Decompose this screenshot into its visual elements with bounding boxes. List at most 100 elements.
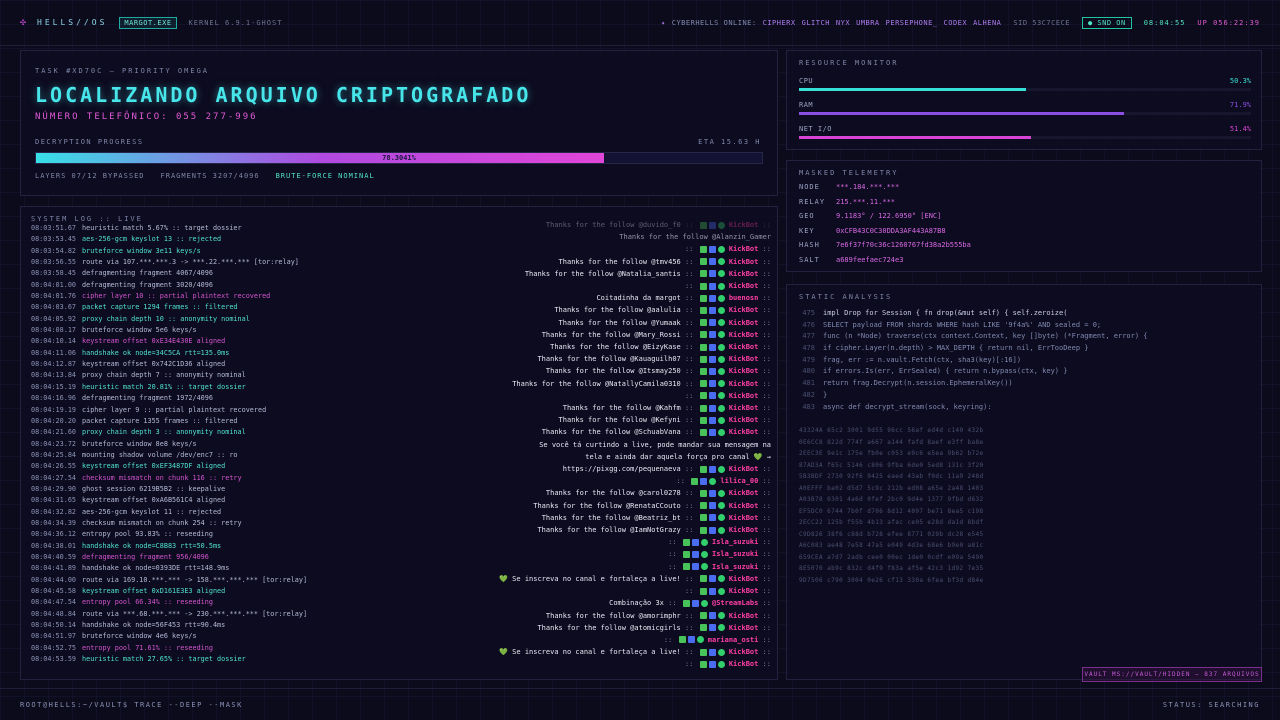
log-line: 08:04:20.20 packet capture 1355 frames ::… bbox=[31, 417, 411, 428]
hex-dump: 43324A 65c2 3001 9d55 96cc 56af ed4d c14… bbox=[799, 427, 1251, 588]
online-user[interactable]: NYX bbox=[836, 19, 850, 27]
log-message: mounting shadow volume /dev/enc7 :: ro bbox=[82, 450, 238, 459]
chat-text: Thanks for the follow @Kefyni bbox=[558, 416, 681, 425]
online-user[interactable]: ALHENA bbox=[973, 19, 1001, 27]
clock: 08:04:55 bbox=[1143, 18, 1186, 27]
user-badge-icon bbox=[699, 331, 707, 339]
code-text: frag, err := n.vault.Fetch(ctx, sha3(key… bbox=[823, 355, 1022, 364]
chat-message: :: KickBot :: bbox=[421, 658, 771, 670]
user-badge-icon bbox=[717, 392, 725, 400]
chat-username: Isla_suzuki bbox=[707, 538, 759, 547]
code-line: 483 async def decrypt_stream(sock, keyrin… bbox=[801, 403, 1249, 415]
log-line: 08:04:03.67 packet capture 1294 frames ::… bbox=[31, 303, 411, 314]
online-user[interactable]: GLITCH bbox=[802, 19, 830, 27]
chat-username: KickBot bbox=[724, 660, 759, 669]
chat-username: KickBot bbox=[724, 648, 759, 657]
user-badge-icon bbox=[717, 489, 725, 497]
chat-overlay: Thanks for the follow @duvido_f0 :: Kick… bbox=[421, 219, 771, 675]
chat-separator: :: bbox=[758, 355, 771, 364]
user-badge-icon bbox=[717, 221, 725, 229]
log-message: packet capture 1294 frames :: filtered bbox=[82, 303, 238, 312]
chat-separator: :: bbox=[758, 489, 771, 498]
task-subtitle: TASK #XD70C — PRIORITY OMEGA bbox=[35, 67, 210, 75]
log-line: 08:04:29.90 ghost session 6219B5B2 :: kee… bbox=[31, 485, 411, 496]
user-badge-icon bbox=[717, 319, 725, 327]
user-badge-icon bbox=[696, 636, 704, 644]
chat-message: Thanks for the follow @SchuabVana :: Kic… bbox=[421, 426, 771, 438]
log-timestamp: 08:04:34.39 bbox=[31, 518, 77, 527]
log-timestamp: 08:04:08.17 bbox=[31, 326, 77, 335]
chat-message: :: Isla_suzuki :: bbox=[421, 561, 771, 573]
meter-track bbox=[799, 112, 1251, 115]
bruteforce-status: BRUTE-FORCE NOMINAL bbox=[275, 172, 375, 180]
chat-username: KickBot bbox=[724, 416, 759, 425]
log-timestamp: 08:04:29.90 bbox=[31, 484, 77, 493]
log-list[interactable]: 08:03:51.67 heuristic match 5.67% :: targ… bbox=[31, 224, 411, 674]
command-prompt[interactable]: ROOT@HELLS:~/VAULT$ TRACE --DEEP --MASK bbox=[20, 701, 243, 709]
code-line: 478 if cipher.Layer(n.depth) > MAX_DEPTH … bbox=[801, 344, 1249, 356]
chat-username: KickBot bbox=[724, 355, 759, 364]
chat-username: KickBot bbox=[724, 367, 759, 376]
log-line: 08:04:31.65 keystream offset 0xA6B561C4 a… bbox=[31, 496, 411, 507]
chat-separator: :: bbox=[680, 367, 698, 376]
chat-separator: :: bbox=[758, 574, 771, 583]
online-label: CYBERHELLS ONLINE: bbox=[671, 18, 757, 27]
chat-separator: :: bbox=[680, 513, 698, 522]
chat-message: Combinação 3x :: @StreamLabs :: bbox=[421, 597, 771, 609]
chat-separator: :: bbox=[680, 306, 698, 315]
code-listing: 475 impl Drop for Session { fn drop(&mut … bbox=[801, 309, 1249, 414]
user-badge-icon bbox=[717, 587, 725, 595]
user-badge-icon bbox=[708, 221, 716, 229]
log-line: 08:03:58.45 defragmenting fragment 4067/4… bbox=[31, 269, 411, 280]
chat-separator: :: bbox=[680, 623, 698, 632]
chat-username: KickBot bbox=[724, 245, 759, 254]
hex-line: 87AD3A f65c 5146 c806 9fba 6de0 5ed8 131… bbox=[799, 461, 984, 469]
chat-message: :: Isla_suzuki :: bbox=[421, 548, 771, 560]
chat-text: Thanks for the follow @Yumaak bbox=[558, 318, 681, 327]
chat-message: Thanks for the follow @Beatriz_bt :: Kic… bbox=[421, 512, 771, 524]
online-user[interactable]: CODEX bbox=[944, 19, 968, 27]
bottom-bar: ROOT@HELLS:~/VAULT$ TRACE --DEEP --MASK … bbox=[0, 688, 1280, 720]
chat-message: 💚 Se inscreva no canal e fortaleça a liv… bbox=[421, 646, 771, 658]
chat-text: Thanks for the follow @IamNotGrazy bbox=[537, 526, 681, 535]
user-badge-icon bbox=[699, 660, 707, 668]
online-user[interactable]: PERSEPHONE_ bbox=[886, 19, 938, 27]
chat-message: Thanks for the follow @Kauaguilh07 :: Ki… bbox=[421, 353, 771, 365]
top-status-group: ✦ CYBERHELLS ONLINE: CIPHERX GLITCH NYX … bbox=[661, 16, 1260, 29]
line-number: 483 bbox=[802, 402, 815, 411]
meter-label: NET I/O bbox=[799, 125, 833, 133]
log-timestamp: 08:04:44.00 bbox=[31, 575, 77, 584]
log-line: 08:04:25.84 mounting shadow volume /dev/e… bbox=[31, 451, 411, 462]
code-text: if cipher.Layer(n.depth) > MAX_DEPTH { r… bbox=[823, 344, 1089, 353]
log-line: 08:04:36.12 entropy pool 93.83% :: reseed… bbox=[31, 530, 411, 541]
user-badge-icon bbox=[699, 428, 707, 436]
chat-text: 💚 Se inscreva no canal e fortaleça a liv… bbox=[499, 574, 681, 583]
chat-separator: :: bbox=[758, 550, 771, 559]
hex-line: EF5DC0 6744 7b0f d706 8d12 4097 be71 8ea… bbox=[799, 507, 984, 515]
log-timestamp: 08:04:52.75 bbox=[31, 643, 77, 652]
user-badge-icon bbox=[699, 624, 707, 632]
chat-separator: :: bbox=[758, 404, 771, 413]
log-line: 08:04:38.01 handshake ok node=C8B83 rtt=5… bbox=[31, 542, 411, 553]
chat-separator: :: bbox=[680, 318, 698, 327]
panel-title: RESOURCE MONITOR bbox=[799, 59, 899, 67]
chat-separator: :: bbox=[663, 635, 677, 644]
online-user[interactable]: UMBRA bbox=[856, 19, 880, 27]
online-user[interactable]: CIPHERX bbox=[763, 19, 796, 27]
sound-toggle[interactable]: ● SND ON bbox=[1081, 16, 1132, 29]
chat-username: @StreamLabs bbox=[707, 599, 759, 608]
log-timestamp: 08:03:51.67 bbox=[31, 224, 77, 232]
chat-text: Thanks for the follow @aalulia bbox=[554, 306, 681, 315]
vault-path-badge[interactable]: VAULT MS://VAULT/HIDDEN — 837 ARQUIVOS bbox=[1082, 667, 1262, 682]
log-line: 08:04:41.89 handshake ok node=0393DE rtt=… bbox=[31, 564, 411, 575]
log-line: 08:04:11.06 handshake ok node=34C5CA rtt=… bbox=[31, 349, 411, 360]
log-timestamp: 08:04:51.97 bbox=[31, 632, 77, 641]
log-line: 08:04:34.39 checksum mismatch on chunk 25… bbox=[31, 519, 411, 530]
user-badge-icon bbox=[708, 502, 716, 510]
telemetry-key: SALT bbox=[799, 255, 820, 264]
user-badge-icon bbox=[717, 660, 725, 668]
chat-username: lilica_00 bbox=[716, 477, 759, 486]
log-timestamp: 08:03:56.55 bbox=[31, 258, 77, 267]
telemetry-key: KEY bbox=[799, 226, 815, 235]
log-message: checksum mismatch on chunk 116 :: retry bbox=[82, 473, 242, 482]
